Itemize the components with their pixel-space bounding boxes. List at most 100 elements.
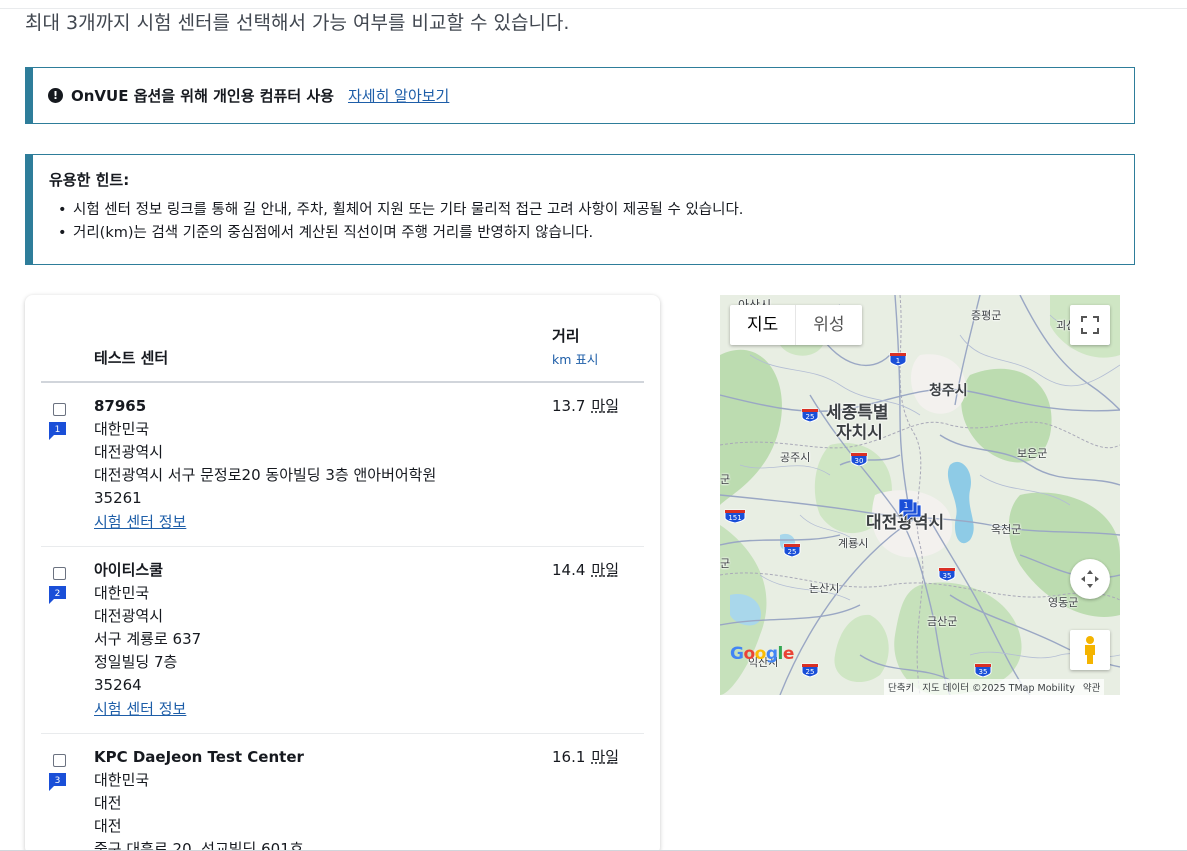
intro-text: 최대 3개까지 시험 센터를 선택해서 가능 여부를 비교할 수 있습니다. (25, 12, 570, 34)
distance-number: 13.7 (552, 397, 586, 415)
address-line: 대한민국 (94, 584, 150, 602)
center-details: 87965 대한민국 대전광역시 대전광역시 서구 문정로20 동아빌딩 3층 … (94, 395, 436, 534)
km-toggle-link[interactable]: km 표시 (552, 349, 598, 368)
keyboard-shortcuts-link[interactable]: 단축키 (888, 680, 914, 694)
svg-text:25: 25 (788, 548, 797, 556)
column-header-distance: 거리 (552, 327, 580, 345)
map-label-sejong-2: 자치시 (836, 423, 883, 443)
address-line: 서구 계룡로 637 (94, 630, 202, 648)
map-label-cheongju: 청주시 (929, 383, 968, 399)
distance-number: 14.4 (552, 561, 586, 579)
highway-shield-icon: 25 (801, 408, 819, 422)
map-data-credit: 지도 데이터 ©2025 TMap Mobility (922, 683, 1075, 694)
map-label-yeongdong: 영동군 (1048, 596, 1079, 609)
svg-text:1: 1 (903, 501, 908, 510)
distance-unit: 마일 (591, 561, 620, 579)
test-center-table: 테스트 센터 거리 km 표시 1 87965 대한민국 대전광역시 대전광역시… (25, 295, 660, 851)
learn-more-link[interactable]: 자세히 알아보기 (348, 85, 449, 106)
pegman-icon (1085, 636, 1095, 664)
center-name: 아이티스쿨 (94, 561, 164, 579)
map-label-jeungpyeong: 증평군 (971, 309, 1002, 322)
marker-number: 2 (55, 589, 61, 599)
address-line: 대전광역시 (94, 443, 164, 461)
onvue-alert-message: OnVUE 옵션을 위해 개인용 컴퓨터 사용 (71, 87, 334, 105)
street-view-pegman-button[interactable] (1070, 630, 1110, 670)
address-line: 대전광역시 (94, 607, 164, 625)
select-checkbox[interactable] (53, 403, 66, 416)
address-line: 대전 (94, 794, 122, 812)
distance-value: 13.7 마일 (552, 395, 619, 418)
map-label-gongju: 공주시 (780, 451, 811, 464)
address-line: 35264 (94, 676, 142, 694)
center-name: KPC DaeJeon Test Center (94, 748, 304, 766)
distance-unit: 마일 (591, 397, 620, 415)
highway-shield-icon: 151 (724, 509, 746, 523)
hint-item: 거리(km)는 검색 기준의 중심점에서 계산된 직선이며 주행 거리를 반영하… (49, 222, 1134, 245)
hint-item: 시험 센터 정보 링크를 통해 길 안내, 주차, 휠체어 지원 또는 기타 물… (49, 199, 1134, 222)
terms-link[interactable]: 약관 (1083, 680, 1100, 694)
table-row: 2 아이티스쿨 대한민국 대전광역시 서구 계룡로 637 정일빌딩 7층 35… (41, 559, 644, 734)
hints-panel: 유용한 힌트: 시험 센터 정보 링크를 통해 길 안내, 주차, 휠체어 지원… (25, 154, 1135, 265)
select-checkbox[interactable] (53, 567, 66, 580)
center-name: 87965 (94, 397, 147, 415)
select-checkbox[interactable] (53, 754, 66, 767)
distance-number: 16.1 (552, 748, 586, 766)
address-line: 35261 (94, 489, 142, 507)
highway-shield-icon: 30 (850, 452, 868, 466)
svg-text:35: 35 (943, 572, 952, 580)
map-type-satellite-tab[interactable]: 위성 (795, 305, 861, 345)
address-line: 정일빌딩 7층 (94, 653, 178, 671)
highway-shield-icon: 35 (974, 663, 992, 677)
google-logo: Google (730, 644, 794, 664)
header-divider (41, 381, 644, 383)
address-line: 대전광역시 서구 문정로20 동아빌딩 3층 앤아버어학원 (94, 466, 437, 484)
exclamation-icon: ! (48, 88, 63, 103)
highway-shield-icon: 1 (889, 352, 907, 366)
map-label-gyeryong: 계룡시 (838, 537, 869, 550)
column-header-center: 테스트 센터 (94, 349, 169, 367)
center-info-link[interactable]: 시험 센터 정보 (94, 697, 201, 721)
hints-title: 유용한 힌트: (49, 171, 130, 189)
svg-text:30: 30 (855, 457, 864, 465)
map-label-left-gun: 군 (720, 473, 731, 486)
marker-number: 3 (55, 776, 61, 786)
svg-text:1: 1 (896, 357, 900, 365)
fullscreen-button[interactable] (1070, 305, 1110, 345)
table-row: 3 KPC DaeJeon Test Center 대한민국 대전 대전 중구 … (41, 746, 644, 851)
distance-unit: 마일 (591, 748, 620, 766)
map-label-okcheon: 옥천군 (991, 523, 1022, 536)
map-marker-icon: 1 (49, 422, 66, 440)
onvue-alert: ! OnVUE 옵션을 위해 개인용 컴퓨터 사용 자세히 알아보기 (25, 67, 1135, 124)
row-divider (41, 546, 644, 547)
pan-arrows-icon (1081, 570, 1099, 588)
center-details: KPC DaeJeon Test Center 대한민국 대전 대전 중구 대흥… (94, 746, 304, 851)
address-line: 대전 (94, 817, 122, 835)
map-label-boeun: 보은군 (1017, 447, 1048, 460)
map-label-geumsan: 금산군 (927, 615, 958, 628)
center-info-link[interactable]: 시험 센터 정보 (94, 510, 436, 534)
map-view[interactable]: 1 25 30 151 25 35 35 25 아산시 증평군 괴산 청주시 세… (720, 295, 1120, 695)
highway-shield-icon: 25 (801, 663, 819, 677)
center-details: 아이티스쿨 대한민국 대전광역시 서구 계룡로 637 정일빌딩 7층 3526… (94, 559, 201, 721)
map-marker-icon: 3 (49, 773, 66, 791)
distance-value: 16.1 마일 (552, 746, 619, 769)
row-divider (41, 733, 644, 734)
address-line: 대한민국 (94, 771, 150, 789)
map-attribution: 단축키 지도 데이터 ©2025 TMap Mobility 약관 (884, 679, 1105, 695)
table-row: 1 87965 대한민국 대전광역시 대전광역시 서구 문정로20 동아빌딩 3… (41, 395, 644, 547)
address-line: 대한민국 (94, 420, 150, 438)
highway-shield-icon: 25 (783, 543, 801, 557)
camera-control-button[interactable] (1070, 559, 1110, 599)
map-marker-icon: 2 (49, 586, 66, 604)
map-canvas (720, 295, 1120, 695)
distance-value: 14.4 마일 (552, 559, 619, 582)
marker-number: 1 (55, 425, 61, 435)
fullscreen-icon (1081, 316, 1099, 334)
map-marker-icon[interactable]: 1 (899, 499, 927, 523)
map-type-map-tab[interactable]: 지도 (730, 305, 795, 345)
svg-text:25: 25 (806, 668, 815, 676)
svg-text:151: 151 (728, 514, 741, 522)
map-label-nonsan: 논산시 (809, 582, 840, 595)
map-label-left-gun-2: 군 (720, 557, 731, 570)
map-type-toggle: 지도 위성 (730, 305, 862, 345)
